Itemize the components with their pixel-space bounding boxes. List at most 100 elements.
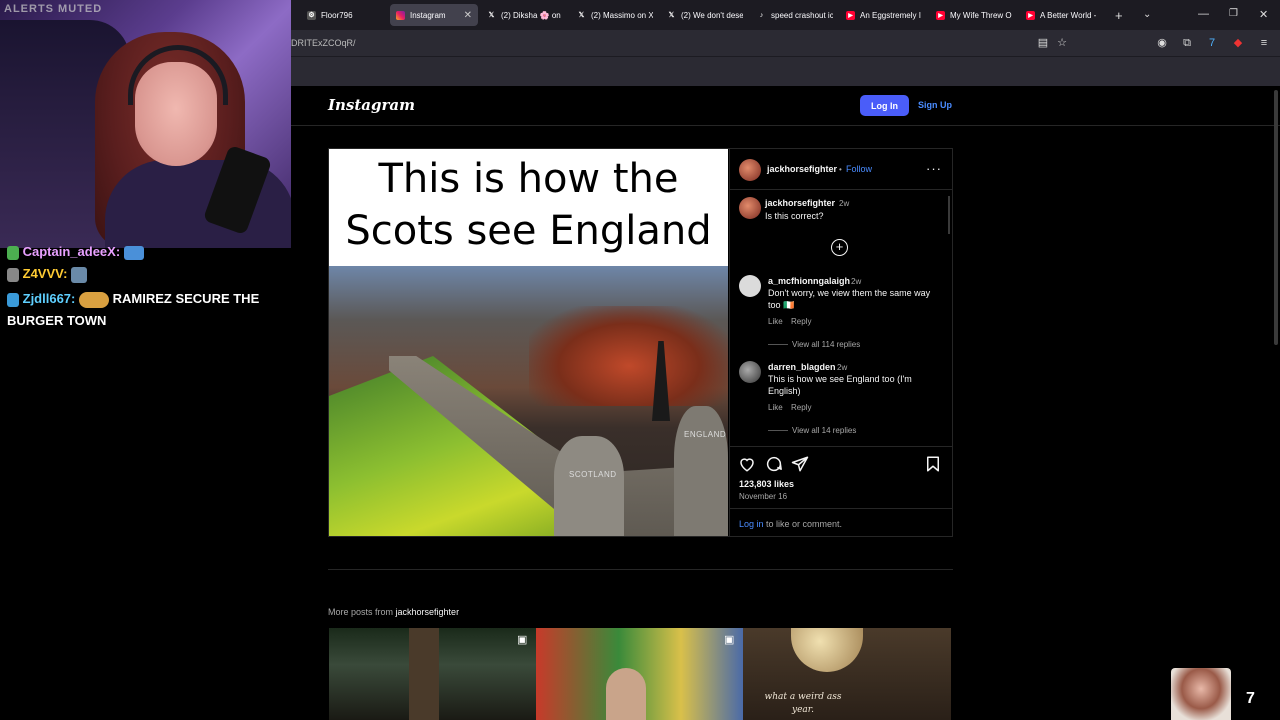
thumbnail-caption: what a weird ass year. [764, 692, 842, 715]
pip-webcam [1171, 668, 1231, 720]
tab-diksha[interactable]: 𝕏 (2) Diksha 🌸 on [487, 4, 563, 26]
scrollbar[interactable] [1274, 90, 1278, 345]
view-replies-button[interactable]: View all 14 replies [768, 426, 856, 435]
minimize-icon[interactable]: — [1198, 8, 1209, 20]
likes-count[interactable]: 123,803 likes [739, 479, 794, 489]
restore-icon[interactable]: ❐ [1229, 8, 1238, 19]
more-posts-username[interactable]: jackhorsefighter [396, 607, 460, 617]
heart-icon[interactable] [738, 455, 756, 473]
close-window-icon[interactable]: ✕ [1259, 8, 1268, 21]
tab-eggstremely[interactable]: ▶ An Eggstremely I [846, 4, 922, 26]
log-in-button[interactable]: Log In [860, 95, 909, 116]
tiktok-icon: ♪ [759, 11, 764, 19]
instagram-icon [396, 10, 405, 20]
tab-label: Floor796 [321, 10, 353, 20]
tab-instagram[interactable]: Instagram ✕ [390, 4, 478, 26]
england-label: ENGLAND [684, 430, 727, 439]
post-date: November 16 [739, 492, 788, 501]
pip-count: 7 [1246, 690, 1255, 707]
login-prompt: Log in to like or comment. [739, 519, 842, 529]
save-bookmark-icon[interactable] [924, 455, 942, 473]
author-username[interactable]: jackhorsefighter [767, 164, 837, 174]
reel-icon: ▣ [517, 634, 528, 646]
tab-label: Instagram [410, 10, 446, 20]
more-options-icon[interactable]: ··· [926, 161, 942, 176]
comments-scrollbar[interactable] [948, 196, 950, 234]
account-icon[interactable]: ◉ [1155, 36, 1169, 50]
badge-icon [7, 267, 19, 282]
floor-icon: ⚙ [307, 10, 316, 20]
tab-label: My Wife Threw O [950, 10, 1012, 20]
tab-label: (2) Massimo on X [591, 10, 653, 20]
author-avatar[interactable] [739, 159, 761, 181]
tab-label: An Eggstremely I [860, 10, 921, 20]
more-posts-heading: More posts from jackhorsefighter [328, 607, 459, 617]
tab-list-chevron-icon[interactable]: ⌄ [1143, 9, 1151, 20]
youtube-icon: ▶ [846, 10, 855, 20]
comment-like-button[interactable]: Like [768, 317, 783, 326]
more-post-thumbnail[interactable]: what a weird ass year. [743, 628, 951, 720]
caption-username[interactable]: jackhorsefighter [765, 198, 835, 208]
disco-ball [791, 628, 863, 672]
toolbar [291, 30, 1280, 56]
sign-up-link[interactable]: Sign Up [918, 100, 952, 110]
comment-username[interactable]: a_mcfhionngalaigh [768, 276, 850, 286]
youtube-icon: ▶ [1026, 10, 1035, 20]
scotland-label: SCOTLAND [569, 470, 617, 479]
login-prompt-text: to like or comment. [763, 519, 843, 529]
chat-line: Captain_adeeX: [7, 244, 144, 260]
extensions-icon[interactable]: ⧉ [1180, 36, 1194, 50]
chat-username: Z4VVV: [22, 266, 68, 281]
tab-floor796[interactable]: ⚙ Floor796 [307, 4, 387, 26]
tab-speed[interactable]: ♪ speed crashout ic [757, 4, 833, 26]
new-tab-button[interactable]: + [1115, 8, 1123, 23]
comment-avatar[interactable] [739, 361, 761, 383]
close-tab-icon[interactable]: ✕ [464, 10, 472, 21]
ublock-icon[interactable]: ◆ [1231, 36, 1245, 50]
alerts-muted-text: ALERTS MUTED [4, 3, 103, 15]
comment-reply-button[interactable]: Reply [791, 403, 811, 412]
extension-7tv-icon[interactable]: 7 [1205, 36, 1219, 50]
tab-label: (2) We don't dese [681, 10, 743, 20]
url-bar[interactable]: DRITExZCOqR/ [291, 30, 356, 56]
follow-button[interactable]: Follow [846, 164, 872, 174]
youtube-icon: ▶ [936, 10, 945, 20]
tab-my-wife[interactable]: ▶ My Wife Threw O [936, 4, 1012, 26]
comment-icon[interactable] [765, 455, 783, 473]
caption-text: Is this correct? [765, 211, 824, 221]
tab-we-dont[interactable]: 𝕏 (2) We don't dese [667, 4, 743, 26]
tab-label: A Better World - [1040, 10, 1097, 20]
instagram-logo[interactable]: Instagram [328, 96, 415, 114]
comment-reply-button[interactable]: Reply [791, 317, 811, 326]
follow-separator: • [839, 165, 842, 174]
x-icon: 𝕏 [578, 12, 585, 19]
chat-line: Z4VVV: [7, 266, 88, 283]
caption-avatar[interactable] [739, 197, 761, 219]
share-icon[interactable] [791, 455, 809, 473]
reader-view-icon[interactable]: ▤ [1036, 36, 1050, 50]
more-post-thumbnail[interactable]: ▣ [536, 628, 743, 720]
more-posts-prefix: More posts from [328, 607, 396, 617]
menu-icon[interactable]: ≡ [1257, 36, 1271, 50]
tab-massimo[interactable]: 𝕏 (2) Massimo on X [577, 4, 653, 26]
webcam-overlay: ALERTS MUTED [0, 0, 291, 248]
tree-trunk [409, 628, 439, 720]
log-in-link[interactable]: Log in [739, 519, 764, 529]
add-circle-icon[interactable]: + [831, 239, 848, 256]
tab-label: speed crashout ic [771, 10, 833, 20]
comment-like-button[interactable]: Like [768, 403, 783, 412]
bookmark-star-icon[interactable]: ☆ [1055, 36, 1069, 50]
post-image[interactable]: This is how the Scots see England SCOTLA… [329, 149, 728, 536]
tab-better-world[interactable]: ▶ A Better World - [1026, 4, 1102, 26]
chat-username: Captain_adeeX: [22, 244, 121, 259]
meme-picture: SCOTLAND ENGLAND [329, 266, 728, 536]
default-avatar-icon[interactable] [739, 275, 761, 297]
badge-icon [7, 245, 19, 260]
divider [729, 189, 952, 190]
more-post-thumbnail[interactable]: ▣ [329, 628, 536, 720]
emote-icon [71, 266, 88, 283]
tab-label: (2) Diksha 🌸 on [501, 10, 561, 20]
bookmarks-bar [291, 56, 1280, 86]
comment-username[interactable]: darren_blagden [768, 362, 836, 372]
view-replies-button[interactable]: View all 114 replies [768, 340, 860, 349]
